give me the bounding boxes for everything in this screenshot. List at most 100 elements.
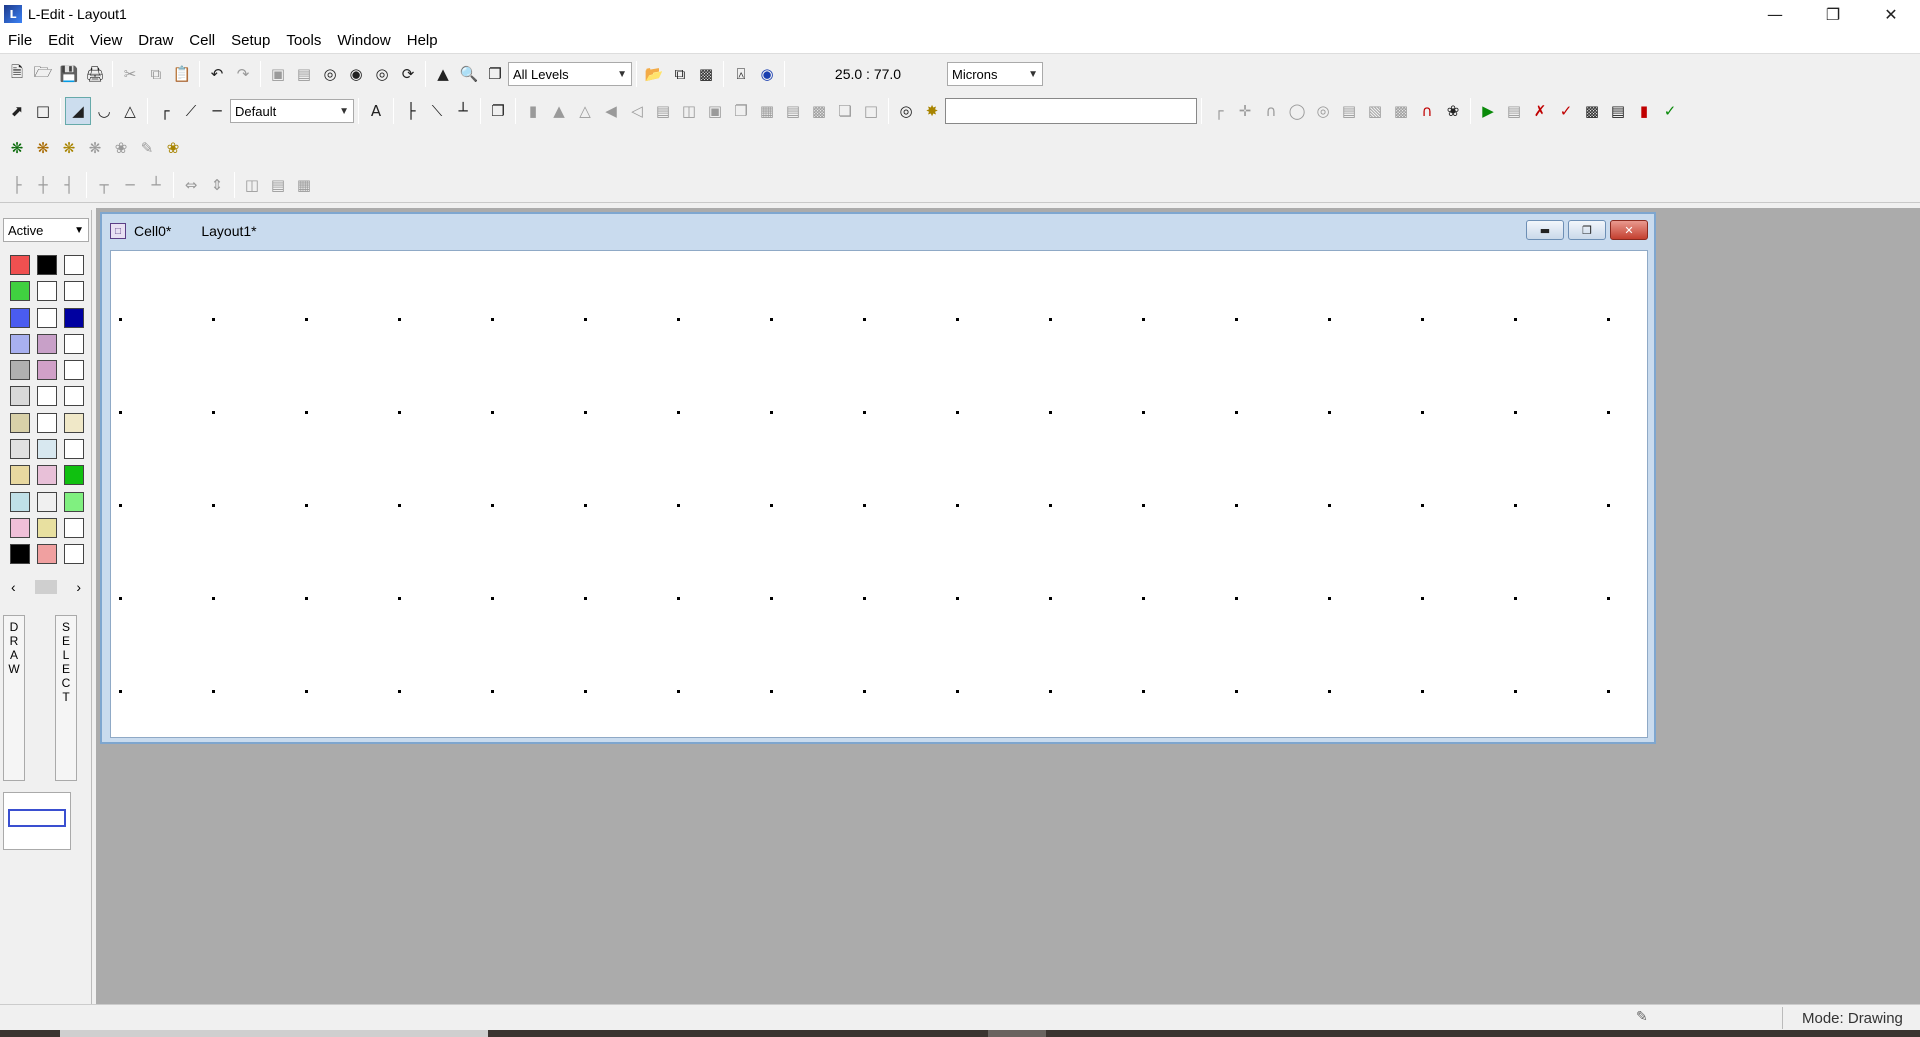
generator-icon[interactable]: ❋ — [4, 134, 30, 162]
find-icon[interactable]: ◎ — [317, 60, 343, 88]
align-middle-icon[interactable]: ─ — [117, 171, 143, 199]
layer-swatch[interactable] — [64, 439, 84, 460]
layer-swatch[interactable] — [37, 255, 57, 275]
align-icon[interactable]: ▤ — [780, 97, 806, 125]
copy-icon[interactable]: ⧉ — [143, 60, 169, 88]
grow-icon[interactable]: ❐ — [728, 97, 754, 125]
restore-button[interactable]: ❐ — [1804, 0, 1862, 28]
print-icon[interactable]: 🖨 — [82, 60, 108, 88]
space-vertical-icon[interactable]: ⇕ — [204, 171, 230, 199]
library-icon[interactable]: ◉ — [754, 60, 780, 88]
cell-tab[interactable]: Cell0* — [134, 223, 171, 239]
arch-icon[interactable]: ∩ — [1258, 97, 1284, 125]
select-tab[interactable]: S E L E C T — [55, 615, 77, 781]
layers-icon[interactable]: ❐ — [482, 60, 508, 88]
ungroup-icon[interactable]: □ — [858, 97, 884, 125]
polygon-tool-icon[interactable]: ◢ — [65, 97, 91, 125]
slice-icon[interactable]: ▮ — [520, 97, 546, 125]
child-restore-button[interactable]: ❐ — [1568, 220, 1606, 240]
menu-setup[interactable]: Setup — [223, 28, 278, 54]
shrink-icon[interactable]: ▦ — [754, 97, 780, 125]
command-input[interactable] — [945, 98, 1197, 124]
route-icon[interactable]: ❀ — [108, 134, 134, 162]
copy-cell-icon[interactable]: ⧉ — [667, 60, 693, 88]
layout-tab[interactable]: Layout1* — [201, 223, 256, 239]
instance-icon[interactable]: ▩ — [693, 60, 719, 88]
menu-cell[interactable]: Cell — [181, 28, 223, 54]
drc-errors-icon[interactable]: ✗ — [1527, 97, 1553, 125]
layer-swatch[interactable] — [37, 360, 57, 381]
palette-scrollbar[interactable]: ‹ › — [3, 578, 89, 596]
layer-swatch[interactable] — [64, 255, 84, 275]
wire-diagonal-icon[interactable]: ⟋ — [178, 97, 204, 125]
layer-swatch[interactable] — [10, 307, 30, 328]
generator-run-icon[interactable]: ❋ — [30, 134, 56, 162]
save-icon[interactable]: 💾 — [56, 60, 82, 88]
units-select[interactable]: Microns ▼ — [947, 62, 1043, 86]
find-prev-icon[interactable]: ◎ — [369, 60, 395, 88]
align-left-icon[interactable]: ├ — [4, 171, 30, 199]
layer-swatch[interactable] — [10, 360, 30, 381]
locate-icon[interactable]: ✸ — [919, 97, 945, 125]
distribute-icon[interactable]: ▩ — [806, 97, 832, 125]
layer-swatch[interactable] — [37, 281, 57, 302]
align-center-icon[interactable]: ┼ — [30, 171, 56, 199]
drc-box-icon[interactable]: ▤ — [1501, 97, 1527, 125]
zoom-fit-icon[interactable]: ▣ — [265, 60, 291, 88]
grid-icon[interactable]: ▦ — [291, 171, 317, 199]
text-box-icon[interactable]: ▤ — [1336, 97, 1362, 125]
layer-swatch[interactable] — [64, 333, 84, 354]
layer-swatch[interactable] — [64, 360, 84, 381]
layer-swatch[interactable] — [64, 386, 84, 407]
menu-edit[interactable]: Edit — [40, 28, 82, 54]
distribute-vertical-icon[interactable]: ▤ — [265, 171, 291, 199]
flip-vertical-icon[interactable]: ◁ — [624, 97, 650, 125]
replace-icon[interactable]: ⟳ — [395, 60, 421, 88]
layer-swatch[interactable] — [37, 333, 57, 354]
magnet-icon[interactable]: ∩ — [1414, 97, 1440, 125]
layer-swatch[interactable] — [64, 412, 84, 433]
corner-icon[interactable]: ┌ — [1206, 97, 1232, 125]
minimize-button[interactable]: — — [1746, 0, 1804, 28]
layer-swatch[interactable] — [64, 307, 84, 328]
layer-swatch[interactable] — [10, 517, 30, 538]
redo-icon[interactable]: ↷ — [230, 60, 256, 88]
align-bottom-icon[interactable]: ┴ — [143, 171, 169, 199]
circle-icon[interactable]: ◯ — [1284, 97, 1310, 125]
layer-swatch[interactable] — [10, 255, 30, 275]
rotate-icon[interactable]: ▲ — [546, 97, 572, 125]
drc-run-icon[interactable]: ▶ — [1475, 97, 1501, 125]
layout-gen-icon[interactable]: ❋ — [56, 134, 82, 162]
arrow-box-icon[interactable]: ▧ — [1362, 97, 1388, 125]
child-close-button[interactable]: ✕ — [1610, 220, 1648, 240]
layer-swatch[interactable] — [10, 439, 30, 460]
layout-canvas[interactable] — [110, 250, 1648, 738]
layer-swatch[interactable] — [64, 465, 84, 486]
menu-file[interactable]: File — [0, 28, 40, 54]
box-tool-icon[interactable]: □ — [30, 97, 56, 125]
scroll-thumb[interactable] — [35, 580, 57, 594]
find-next-icon[interactable]: ◉ — [343, 60, 369, 88]
layer-swatch[interactable] — [37, 517, 57, 538]
menu-window[interactable]: Window — [329, 28, 398, 54]
ruler-multi-icon[interactable]: ┴ — [450, 97, 476, 125]
layer-swatch[interactable] — [37, 544, 57, 565]
netlist-icon[interactable]: ✓ — [1657, 97, 1683, 125]
zoom-icon[interactable]: 🔍 — [456, 60, 482, 88]
split-icon[interactable]: ◫ — [676, 97, 702, 125]
layer-swatch[interactable] — [64, 281, 84, 302]
align-right-icon[interactable]: ┤ — [56, 171, 82, 199]
layer-swatch[interactable] — [10, 491, 30, 512]
layer-swatch[interactable] — [64, 544, 84, 565]
hash-icon[interactable]: ▩ — [1388, 97, 1414, 125]
wire-orthogonal-icon[interactable]: ┌ — [152, 97, 178, 125]
layer-swatch[interactable] — [37, 307, 57, 328]
wire-any-icon[interactable]: ─ — [204, 97, 230, 125]
layer-swatch[interactable] — [10, 386, 30, 407]
boolean-icon[interactable]: ▣ — [702, 97, 728, 125]
layer-swatch[interactable] — [64, 491, 84, 512]
close-button[interactable]: ✕ — [1862, 0, 1920, 28]
drc-check-icon[interactable]: ✓ — [1553, 97, 1579, 125]
select-arrow-icon[interactable]: ⬈ — [4, 97, 30, 125]
wrench-icon[interactable]: ❀ — [1440, 97, 1466, 125]
